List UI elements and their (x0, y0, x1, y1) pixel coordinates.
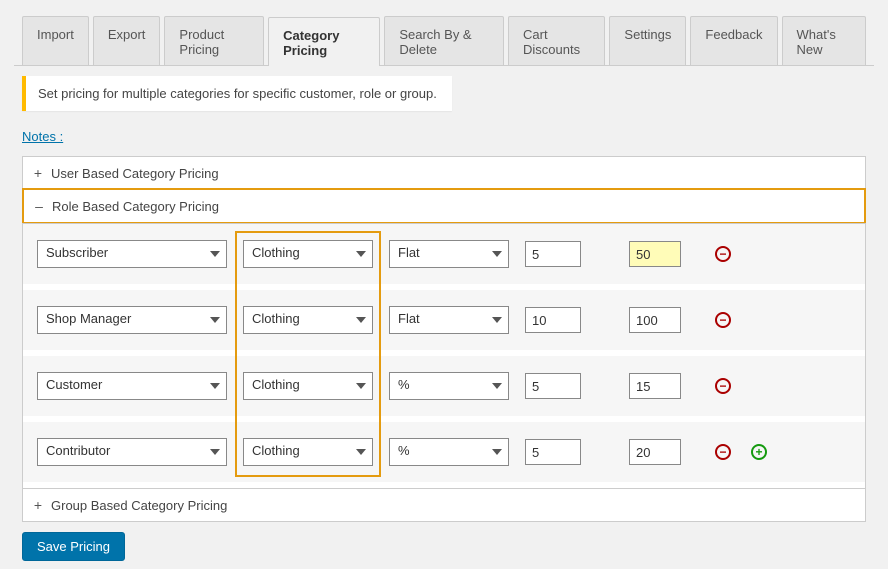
type-select[interactable]: % (389, 438, 509, 466)
tab-category-pricing[interactable]: Category Pricing (268, 17, 380, 66)
pricing-row: Subscriber Clothing Flat − (23, 224, 865, 290)
qty-input[interactable] (525, 241, 581, 267)
chevron-down-icon (492, 317, 502, 323)
plus-icon: + (33, 165, 43, 181)
chevron-down-icon (356, 317, 366, 323)
price-input[interactable] (629, 307, 681, 333)
tab-product-pricing[interactable]: Product Pricing (164, 16, 264, 65)
price-input[interactable] (629, 373, 681, 399)
role-select[interactable]: Contributor (37, 438, 227, 466)
chevron-down-icon (492, 449, 502, 455)
category-select[interactable]: Clothing (243, 240, 373, 268)
tab-search-by-delete[interactable]: Search By & Delete (384, 16, 504, 65)
category-select[interactable]: Clothing (243, 438, 373, 466)
notice-banner: Set pricing for multiple categories for … (22, 76, 452, 111)
tab-bar: ImportExportProduct PricingCategory Pric… (14, 16, 874, 65)
role-select[interactable]: Shop Manager (37, 306, 227, 334)
chevron-down-icon (492, 383, 502, 389)
chevron-down-icon (356, 383, 366, 389)
chevron-down-icon (356, 251, 366, 257)
tab-cart-discounts[interactable]: Cart Discounts (508, 16, 605, 65)
type-select[interactable]: % (389, 372, 509, 400)
qty-input[interactable] (525, 373, 581, 399)
accordion-title: User Based Category Pricing (51, 166, 219, 181)
type-select[interactable]: Flat (389, 306, 509, 334)
accordion-container: + User Based Category Pricing – Role Bas… (22, 156, 866, 522)
tab-export[interactable]: Export (93, 16, 161, 65)
chevron-down-icon (210, 317, 220, 323)
notes-link[interactable]: Notes : (22, 129, 63, 144)
add-row-icon[interactable]: + (751, 444, 767, 460)
qty-input[interactable] (525, 307, 581, 333)
type-select[interactable]: Flat (389, 240, 509, 268)
qty-input[interactable] (525, 439, 581, 465)
accordion-role[interactable]: – Role Based Category Pricing (22, 188, 866, 223)
role-select[interactable]: Customer (37, 372, 227, 400)
chevron-down-icon (210, 449, 220, 455)
pricing-row: Customer Clothing% − (23, 356, 865, 422)
tab-what-s-new[interactable]: What's New (782, 16, 867, 65)
chevron-down-icon (356, 449, 366, 455)
price-input[interactable] (629, 241, 681, 267)
tab-import[interactable]: Import (22, 16, 89, 65)
accordion-group[interactable]: + Group Based Category Pricing (23, 488, 865, 521)
category-select[interactable]: Clothing (243, 306, 373, 334)
pricing-row: Shop Manager Clothing Flat − (23, 290, 865, 356)
role-select[interactable]: Subscriber (37, 240, 227, 268)
chevron-down-icon (210, 251, 220, 257)
role-rows-container: Subscriber Clothing Flat − Shop Manager Cloth… (23, 223, 865, 488)
accordion-title: Role Based Category Pricing (52, 199, 219, 214)
accordion-user[interactable]: + User Based Category Pricing (23, 157, 865, 189)
remove-row-icon[interactable]: − (715, 312, 731, 328)
minus-icon: – (34, 198, 44, 214)
remove-row-icon[interactable]: − (715, 246, 731, 262)
category-select[interactable]: Clothing (243, 372, 373, 400)
price-input[interactable] (629, 439, 681, 465)
chevron-down-icon (492, 251, 502, 257)
remove-row-icon[interactable]: − (715, 378, 731, 394)
plus-icon: + (33, 497, 43, 513)
chevron-down-icon (210, 383, 220, 389)
pricing-row: Contributor Clothing% − + (23, 422, 865, 488)
accordion-title: Group Based Category Pricing (51, 498, 227, 513)
tab-settings[interactable]: Settings (609, 16, 686, 65)
remove-row-icon[interactable]: − (715, 444, 731, 460)
tab-feedback[interactable]: Feedback (690, 16, 777, 65)
